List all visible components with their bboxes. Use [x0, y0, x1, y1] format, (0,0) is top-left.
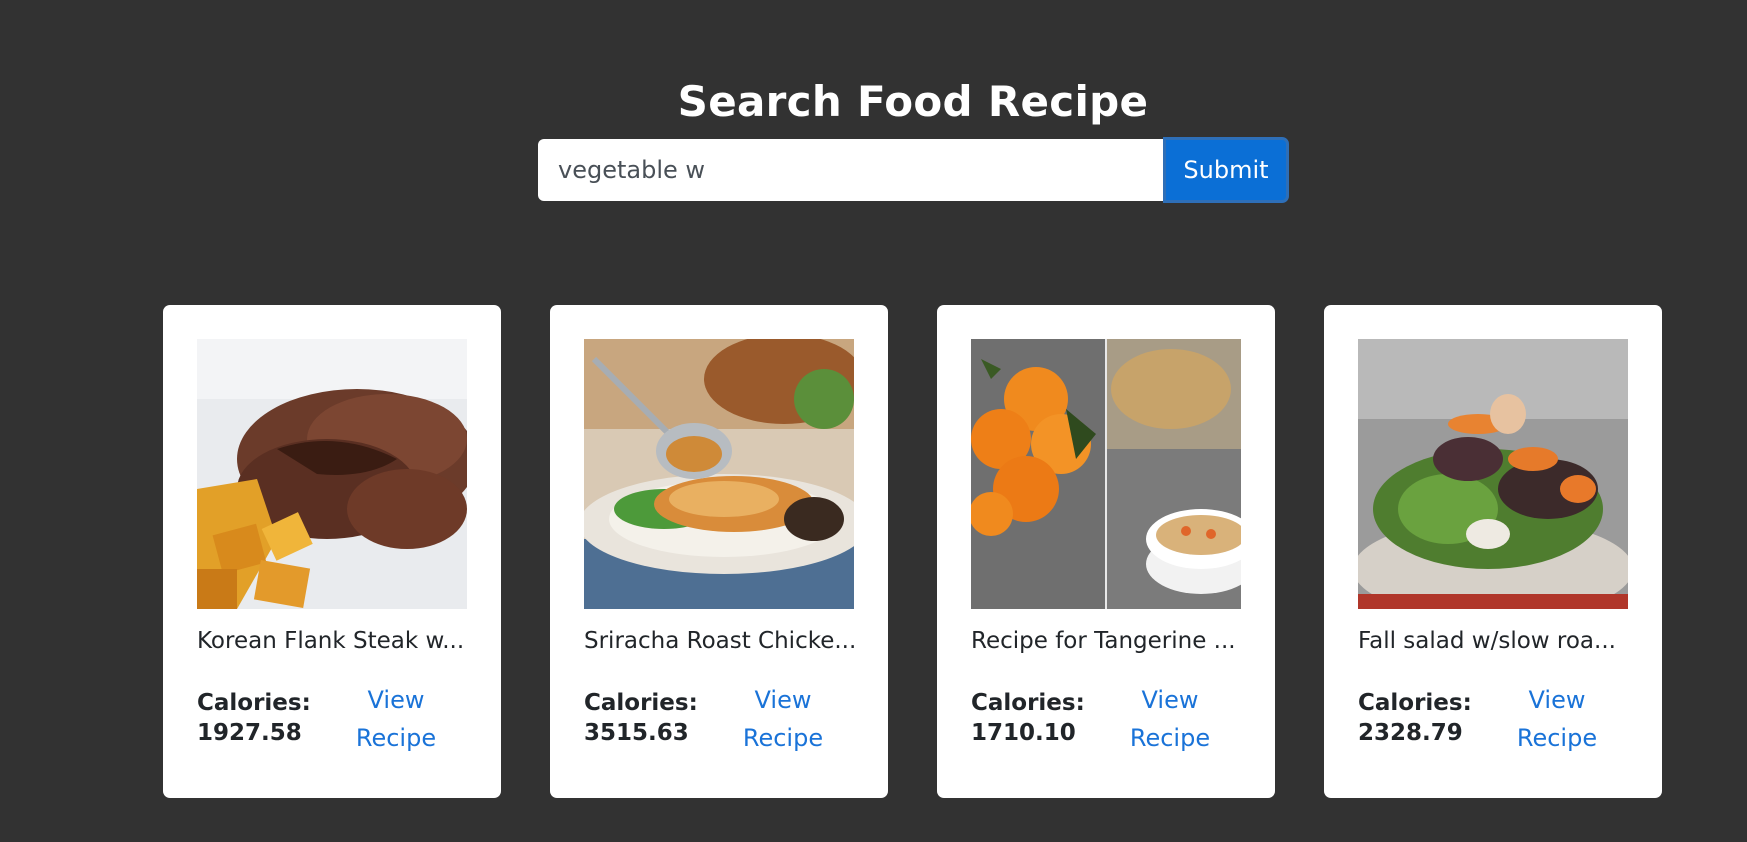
calories-label: Calories:	[971, 690, 1085, 716]
view-recipe-link-line1: View	[754, 686, 812, 714]
calories-info: Calories: 2328.79	[1358, 688, 1472, 748]
view-recipe-link[interactable]: View Recipe	[338, 681, 454, 757]
calories-value: 3515.63	[584, 720, 689, 746]
view-recipe-link-line1: View	[367, 686, 425, 714]
calories-label: Calories:	[584, 690, 698, 716]
calories-label: Calories:	[1358, 690, 1472, 716]
calories-value: 2328.79	[1358, 720, 1463, 746]
recipe-title: Korean Flank Steak w...	[197, 628, 465, 654]
calories-info: Calories: 1927.58	[197, 688, 311, 748]
view-recipe-link-line2: Recipe	[1516, 724, 1598, 752]
view-recipe-link-line2: Recipe	[1129, 724, 1211, 752]
recipe-image-tangerine	[971, 339, 1241, 609]
page: Search Food Recipe Submit Korean Flank S…	[0, 0, 1747, 842]
calories-label: Calories:	[197, 690, 311, 716]
view-recipe-link[interactable]: View Recipe	[1499, 681, 1615, 757]
search-form: Submit	[538, 137, 1289, 203]
submit-button[interactable]: Submit	[1163, 137, 1289, 203]
calories-value: 1927.58	[197, 720, 302, 746]
calories-value: 1710.10	[971, 720, 1076, 746]
recipe-image-chicken	[584, 339, 854, 609]
search-input[interactable]	[538, 139, 1164, 201]
recipe-card: Sriracha Roast Chicke... Calories: 3515.…	[550, 305, 888, 798]
recipe-title: Recipe for Tangerine ...	[971, 628, 1236, 654]
page-title: Search Food Recipe	[677, 77, 1149, 126]
recipe-image-steak	[197, 339, 467, 609]
view-recipe-link-line2: Recipe	[742, 724, 824, 752]
recipe-card: Fall salad w/slow roa... Calories: 2328.…	[1324, 305, 1662, 798]
view-recipe-link-line1: View	[1141, 686, 1199, 714]
view-recipe-link-line1: View	[1528, 686, 1586, 714]
calories-info: Calories: 3515.63	[584, 688, 698, 748]
view-recipe-link-line2: Recipe	[355, 724, 437, 752]
calories-info: Calories: 1710.10	[971, 688, 1085, 748]
recipe-image-salad	[1358, 339, 1628, 609]
recipe-card: Recipe for Tangerine ... Calories: 1710.…	[937, 305, 1275, 798]
recipe-card: Korean Flank Steak w... Calories: 1927.5…	[163, 305, 501, 798]
recipe-title: Sriracha Roast Chicke...	[584, 628, 857, 654]
view-recipe-link[interactable]: View Recipe	[1112, 681, 1228, 757]
view-recipe-link[interactable]: View Recipe	[725, 681, 841, 757]
recipe-title: Fall salad w/slow roa...	[1358, 628, 1616, 654]
